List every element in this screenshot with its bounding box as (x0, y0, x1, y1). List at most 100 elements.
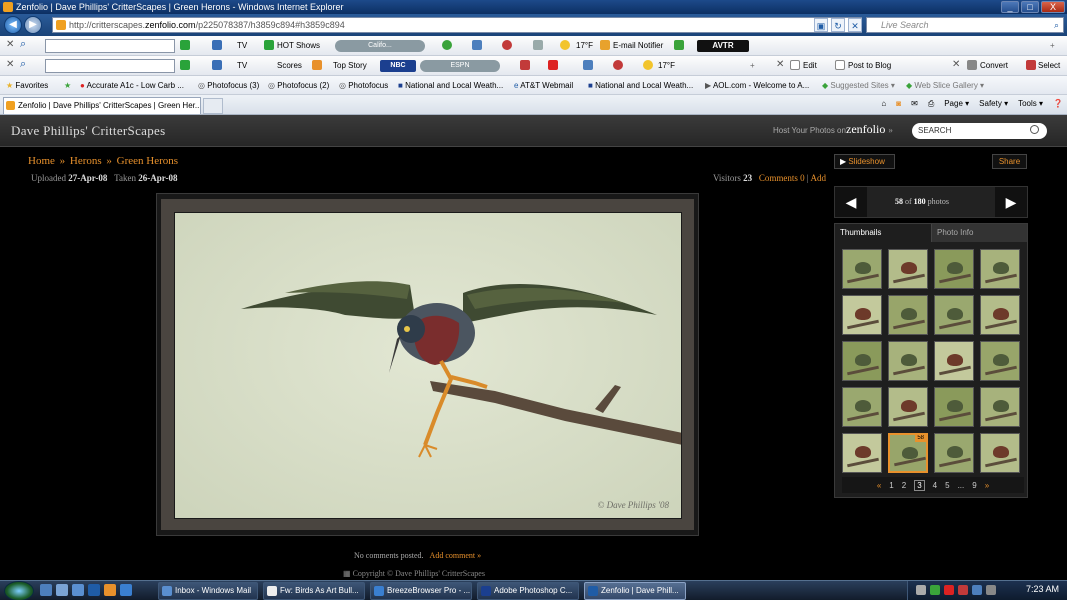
toolbar-search-field[interactable] (45, 59, 175, 73)
share-button[interactable]: Share (992, 154, 1027, 169)
hot-shows-button[interactable]: HOT Shows (277, 40, 320, 52)
tv-button[interactable]: TV (237, 40, 247, 52)
favorite-link[interactable]: ▶ AOL.com - Welcome to A... (705, 80, 809, 91)
favorite-link[interactable]: ◎ Photofocus (3) (198, 80, 259, 91)
taskbar-item[interactable]: Fw: Birds As Art Bull... (263, 582, 365, 600)
add-comment-link[interactable]: Add (811, 173, 827, 183)
page-9[interactable]: 9 (972, 481, 976, 490)
favorite-link[interactable]: ■ National and Local Weath... (588, 80, 693, 91)
page-1[interactable]: 1 (889, 481, 893, 490)
add-favorite-icon[interactable]: ★ (64, 80, 71, 91)
add-comment-link[interactable]: Add comment » (430, 551, 482, 560)
maximize-button[interactable]: □ (1021, 1, 1039, 13)
thumbnail[interactable] (842, 249, 882, 289)
alert-icon[interactable] (944, 585, 954, 595)
taskbar-item[interactable]: Inbox - Windows Mail (158, 582, 258, 600)
app-icon[interactable] (674, 40, 686, 52)
favorite-link[interactable]: ● Accurate A1c - Low Carb ... (80, 80, 184, 91)
go-icon[interactable] (180, 60, 192, 72)
toolbar-search-field[interactable] (45, 39, 175, 53)
firefox-icon[interactable] (104, 584, 116, 596)
tv-icon[interactable] (212, 60, 224, 72)
live-search-input[interactable]: Live Search ⌕ (866, 17, 1064, 33)
security-icon[interactable] (930, 585, 940, 595)
add-toolbar-icon[interactable]: + (750, 60, 755, 72)
page-menu[interactable]: Page ▾ (944, 97, 969, 111)
sports-icon[interactable] (520, 60, 532, 72)
thumbnail[interactable] (842, 387, 882, 427)
heron-photo[interactable]: © Dave Phillips '08 (174, 212, 682, 519)
scores-button[interactable]: Scores (277, 60, 302, 72)
tools-menu[interactable]: Tools ▾ (1018, 97, 1043, 111)
thumbnail[interactable] (888, 341, 928, 381)
taskbar-item-active[interactable]: Zenfolio | Dave Phill... (584, 582, 686, 600)
email-notifier-button[interactable]: E-mail Notifier (613, 40, 663, 52)
add-toolbar-icon[interactable]: + (1050, 40, 1055, 52)
close-toolbar-icon[interactable]: ✕ (6, 59, 14, 71)
favorite-link[interactable]: ◎ Photofocus (339, 80, 388, 91)
thumbnail[interactable] (842, 295, 882, 335)
ie-icon[interactable] (88, 584, 100, 596)
thumbnail[interactable] (934, 433, 974, 473)
desktop-icon[interactable] (40, 584, 52, 596)
thumbnail[interactable] (842, 433, 882, 473)
mail-icon[interactable]: ✉ (911, 97, 918, 111)
thumbnail[interactable] (934, 295, 974, 335)
go-icon[interactable] (180, 40, 192, 52)
compatibility-icon[interactable]: ▣ (814, 18, 828, 32)
feeds-icon[interactable]: ◙ (896, 97, 901, 111)
shield-icon[interactable] (972, 585, 982, 595)
help-icon[interactable]: ❓ (1053, 97, 1063, 111)
breadcrumb-current[interactable]: Green Herons (117, 155, 178, 167)
thumbnail[interactable] (980, 387, 1020, 427)
close-button[interactable]: X (1041, 1, 1065, 13)
refresh-icon[interactable]: ↻ (831, 18, 845, 32)
thumbnail[interactable] (934, 341, 974, 381)
slideshow-button[interactable]: ▶ Slideshow (834, 154, 895, 169)
search-icon[interactable]: ⌕ (1054, 18, 1059, 32)
edit-button[interactable]: Edit (803, 60, 817, 72)
thumbnail[interactable] (888, 249, 928, 289)
taskbar-item[interactable]: BreezeBrowser Pro - ... (370, 582, 472, 600)
chat-icon[interactable] (613, 60, 625, 72)
thumbnail[interactable] (888, 295, 928, 335)
tab-photo-info[interactable]: Photo Info (931, 224, 1027, 242)
page-3-current[interactable]: 3 (914, 479, 925, 491)
thumbnail[interactable] (934, 249, 974, 289)
print-icon[interactable]: ⎙ (928, 97, 934, 111)
stocks-icon[interactable] (548, 60, 560, 72)
address-field[interactable]: http://critterscapes.zenfolio.com/p22507… (52, 17, 862, 33)
antivirus-icon[interactable] (958, 585, 968, 595)
thumbnail[interactable] (980, 295, 1020, 335)
host-text[interactable]: Host Your Photos on (773, 126, 846, 135)
thumbnail-current[interactable]: 58 (888, 433, 928, 473)
temperature[interactable]: 17°F (658, 60, 675, 72)
temperature[interactable]: 17°F (576, 40, 593, 52)
comments-link[interactable]: Comments 0 (759, 173, 805, 183)
favorite-link[interactable]: ◆ Web Slice Gallery ▾ (906, 80, 984, 91)
thumbnail[interactable] (888, 387, 928, 427)
explorer-icon[interactable] (56, 584, 68, 596)
search-icon[interactable]: ⌕ (20, 38, 26, 50)
back-button[interactable]: ◀ (4, 16, 22, 34)
volume-icon[interactable] (986, 585, 996, 595)
breadcrumb-herons[interactable]: Herons (70, 155, 102, 167)
network-icon[interactable] (916, 585, 926, 595)
search-icon[interactable] (1030, 125, 1039, 134)
start-button[interactable] (4, 581, 34, 600)
first-page-button[interactable]: « (877, 481, 881, 490)
select-button[interactable]: Select (1038, 60, 1060, 72)
zenfolio-logo[interactable]: zenfolio » (846, 122, 893, 137)
tab-thumbnails[interactable]: Thumbnails (835, 224, 931, 242)
home-icon[interactable]: ⌂ (881, 97, 886, 111)
top-story-button[interactable]: Top Story (333, 60, 367, 72)
previous-photo-button[interactable]: ◀ (835, 187, 867, 217)
stop-icon[interactable]: ✕ (848, 18, 862, 32)
next-photo-button[interactable]: ▶ (995, 187, 1027, 217)
page-2[interactable]: 2 (902, 481, 906, 490)
tv-button[interactable]: TV (237, 60, 247, 72)
thumbnail[interactable] (980, 341, 1020, 381)
tv-icon[interactable] (212, 40, 224, 52)
last-page-button[interactable]: » (985, 481, 989, 490)
media-icon[interactable] (120, 584, 132, 596)
